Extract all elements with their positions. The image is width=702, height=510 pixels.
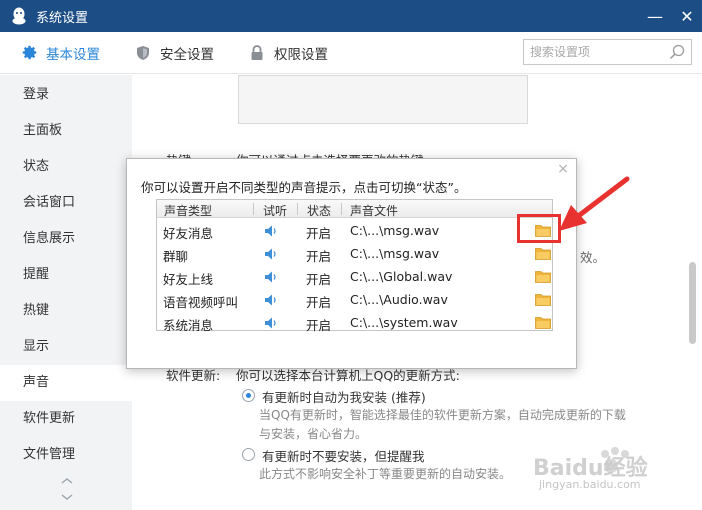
sound-file: C:\...\Global.wav xyxy=(350,269,453,284)
title-bar: 系统设置 — ✕ xyxy=(0,0,702,32)
sound-file: C:\...\system.wav xyxy=(350,315,458,330)
tab-label: 基本设置 xyxy=(46,46,100,63)
close-window-button[interactable]: ✕ xyxy=(672,0,702,32)
sound-type: 群聊 xyxy=(163,249,189,264)
preview-box xyxy=(238,75,528,124)
option-auto-install-label[interactable]: 有更新时自动为我安装 (推荐) xyxy=(262,387,426,406)
sidebar: 登录 主面板 状态 会话窗口 信息展示 提醒 热键 显示 声音 软件更新 文件管… xyxy=(0,75,132,510)
lock-icon xyxy=(248,44,266,62)
tab-basic-settings[interactable]: 基本设置 xyxy=(0,32,114,74)
table-row[interactable]: 系统消息 开启 C:\...\system.wav xyxy=(157,311,552,334)
tab-security-settings[interactable]: 安全设置 xyxy=(114,32,228,74)
table-header: 声音类型 试听 状态 声音文件 xyxy=(157,200,552,218)
close-icon: ✕ xyxy=(680,6,694,26)
table-row[interactable]: 群聊 开启 C:\...\msg.wav xyxy=(157,242,552,265)
column-header-type: 声音类型 xyxy=(164,204,213,218)
sound-status[interactable]: 开启 xyxy=(306,292,331,311)
minimize-button[interactable]: — xyxy=(640,0,670,32)
option-notify-only-desc: 此方式不影响安全补丁等重要更新的自动安装。 xyxy=(259,467,512,481)
folder-icon[interactable] xyxy=(535,270,551,283)
watermark-url: jingyan.baidu.com xyxy=(539,478,641,491)
speaker-icon[interactable] xyxy=(264,247,278,261)
sidebar-item-status[interactable]: 状态 xyxy=(0,149,132,185)
sound-status[interactable]: 开启 xyxy=(306,269,331,288)
column-header-preview: 试听 xyxy=(263,204,288,218)
radio-notify-only[interactable] xyxy=(242,448,255,461)
content-scrollbar[interactable] xyxy=(689,262,696,344)
column-header-file: 声音文件 xyxy=(350,204,399,218)
sound-type: 语音视频呼叫 xyxy=(163,295,239,310)
shield-icon xyxy=(134,44,152,62)
search-input[interactable] xyxy=(530,41,670,63)
speaker-icon[interactable] xyxy=(264,316,278,330)
sidebar-item-login[interactable]: 登录 xyxy=(0,77,132,113)
speaker-icon[interactable] xyxy=(264,224,278,238)
tab-permission-settings[interactable]: 权限设置 xyxy=(228,32,342,74)
sound-status[interactable]: 开启 xyxy=(306,246,331,265)
option-auto-install-desc: 当QQ有更新时，智能选择最佳的软件更新方案，自动完成更新的下载 xyxy=(259,408,626,422)
annotation-arrow-icon xyxy=(559,176,630,231)
option-auto-install-desc2: 与安装，省心省力。 xyxy=(259,427,368,441)
table-row[interactable]: 语音视频呼叫 开启 C:\...\Audio.wav xyxy=(157,288,552,311)
baidu-watermark: Baidu经验 jingyan.baidu.com xyxy=(525,446,695,496)
sidebar-item-reminders[interactable]: 提醒 xyxy=(0,257,132,293)
sound-file: C:\...\Audio.wav xyxy=(350,292,448,307)
sidebar-item-display[interactable]: 显示 xyxy=(0,329,132,365)
sound-status[interactable]: 开启 xyxy=(306,315,331,334)
folder-icon[interactable] xyxy=(535,316,551,329)
effect-text: 效。 xyxy=(580,250,606,265)
sound-table: 声音类型 试听 状态 声音文件 好友消息 开启 C:\...\msg.wav 群… xyxy=(156,199,553,334)
option-notify-only-label[interactable]: 有更新时不要安装，但提醒我 xyxy=(262,446,425,465)
sound-type: 系统消息 xyxy=(163,318,214,333)
table-row[interactable]: 好友上线 开启 C:\...\Global.wav xyxy=(157,265,552,288)
sound-status[interactable]: 开启 xyxy=(306,223,331,242)
search-box[interactable] xyxy=(523,39,692,65)
sidebar-item-chat-window[interactable]: 会话窗口 xyxy=(0,185,132,221)
sound-file: C:\...\msg.wav xyxy=(350,246,440,261)
sidebar-item-sound[interactable]: 声音 xyxy=(0,365,132,401)
dialog-close-button[interactable]: × xyxy=(556,162,570,176)
qq-logo-icon xyxy=(10,7,28,25)
sidebar-item-hotkeys[interactable]: 热键 xyxy=(0,293,132,329)
sidebar-scroll-arrows[interactable] xyxy=(60,476,74,506)
tab-label: 权限设置 xyxy=(274,46,328,63)
folder-icon[interactable] xyxy=(535,293,551,306)
search-icon[interactable] xyxy=(669,44,685,60)
sound-type: 好友上线 xyxy=(163,272,214,287)
sidebar-item-software-update[interactable]: 软件更新 xyxy=(0,401,132,437)
speaker-icon[interactable] xyxy=(264,270,278,284)
sound-settings-dialog: × 你可以设置开启不同类型的声音提示，点击可切换“状态”。 声音类型 试听 状态… xyxy=(126,158,577,369)
dialog-message: 你可以设置开启不同类型的声音提示，点击可切换“状态”。 xyxy=(141,180,467,195)
radio-auto-install[interactable] xyxy=(242,389,255,402)
minimize-icon: — xyxy=(647,6,663,26)
folder-icon[interactable] xyxy=(535,247,551,260)
sidebar-item-main-panel[interactable]: 主面板 xyxy=(0,113,132,149)
tab-label: 安全设置 xyxy=(160,46,214,63)
table-row[interactable]: 好友消息 开启 C:\...\msg.wav xyxy=(157,219,552,242)
sound-type: 好友消息 xyxy=(163,226,214,241)
column-header-status: 状态 xyxy=(307,204,332,218)
gear-icon xyxy=(20,44,38,62)
settings-toolbar: 基本设置 安全设置 权限设置 xyxy=(0,32,702,74)
sidebar-item-info-display[interactable]: 信息展示 xyxy=(0,221,132,257)
sidebar-item-file-management[interactable]: 文件管理 xyxy=(0,437,132,473)
window-title: 系统设置 xyxy=(36,10,89,26)
speaker-icon[interactable] xyxy=(264,293,278,307)
sound-file: C:\...\msg.wav xyxy=(350,223,440,238)
